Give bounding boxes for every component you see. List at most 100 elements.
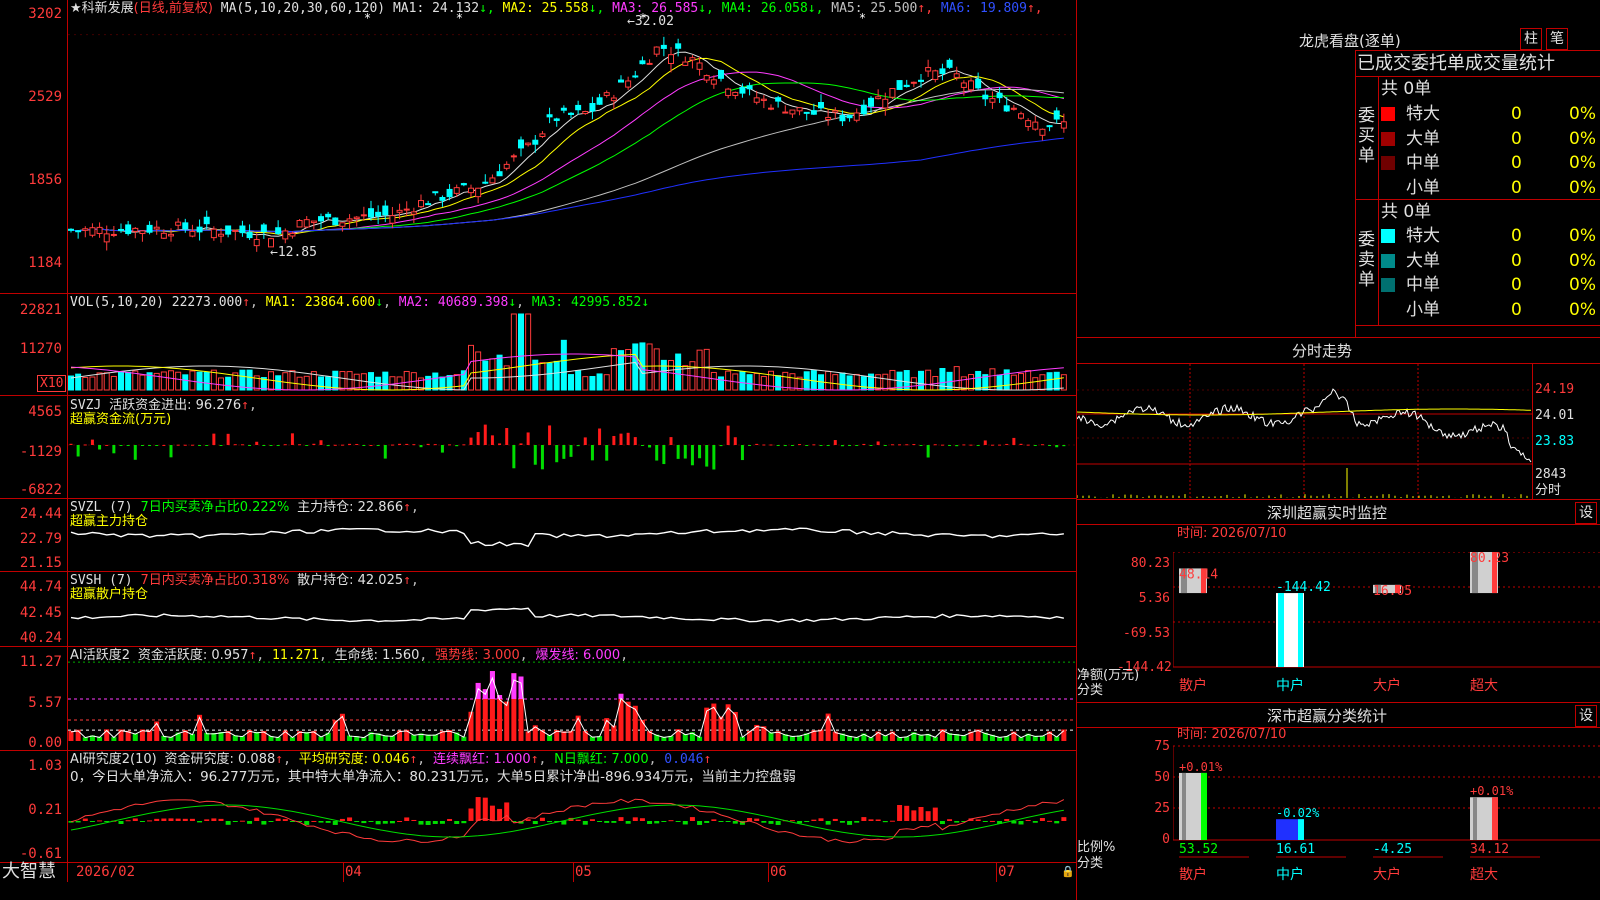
fund-flow-bar <box>1005 443 1009 445</box>
volume-bar <box>196 371 203 391</box>
research-bar <box>425 821 431 825</box>
volume-bar <box>918 370 924 391</box>
fund-flow-bar <box>169 445 173 458</box>
svsh-label: 散户持仓: 42.025 <box>297 573 404 588</box>
volume-bar <box>168 370 174 391</box>
lock-icon[interactable]: 🔒 <box>1061 864 1075 879</box>
chart-mode: (日线,前复权) <box>133 1 213 16</box>
fund-flow-bar <box>626 432 630 445</box>
lhb-tabs[interactable]: 已成交委托单成交量统计 <box>1357 53 1555 75</box>
fund-flow-bar <box>690 445 694 466</box>
fund-flow-bar <box>405 443 409 445</box>
volume-bar <box>775 375 782 391</box>
fund-flow-bar <box>948 445 952 446</box>
candle-body <box>725 88 732 96</box>
price-axis-0: 3202 <box>28 6 62 22</box>
fund-flow-bar <box>869 445 873 446</box>
research-bar <box>147 820 153 822</box>
svzl-axis-1: 22.79 <box>19 531 62 547</box>
svsh-sub: 超赢散户持仓 <box>70 587 149 602</box>
research-bar <box>611 821 617 823</box>
volume-bar <box>539 362 546 391</box>
candle-body <box>203 216 210 225</box>
monitor-bar-value: 16.05 <box>1373 584 1412 599</box>
candlestick-and-indicator-chart[interactable]: * * * * <box>68 0 1076 862</box>
fund-flow-bar <box>912 444 916 446</box>
vol-value: 22273.000 <box>171 295 243 310</box>
sell-row: 中单 0 0% <box>1381 273 1600 297</box>
volume-bar <box>675 353 682 391</box>
classify-bar-change: -0.02% <box>1276 806 1320 820</box>
volume-bar <box>325 376 332 391</box>
candle-body <box>218 233 224 237</box>
vol-unit-badge[interactable]: X10 <box>37 375 67 392</box>
volume-bar <box>839 372 846 391</box>
research-bar <box>382 821 388 824</box>
buy-value: 0 <box>1511 128 1522 149</box>
fund-flow-bar <box>540 445 544 470</box>
candle-body <box>75 230 82 233</box>
monitor-bar-chart: 48.14 散户 -144.42 中户 16.05 大户 80.23 超大 <box>1173 552 1600 692</box>
svzj-sub: 超赢资金流(万元) <box>70 412 172 427</box>
fund-flow-bar <box>890 444 894 446</box>
research-bar <box>847 821 853 825</box>
volume-bar <box>118 371 124 391</box>
buy-pct: 0% <box>1569 153 1596 173</box>
volume-bar <box>453 374 460 391</box>
tick-mode-button[interactable]: 笔 <box>1546 28 1568 50</box>
fund-flow-bar <box>1055 445 1059 448</box>
research-bar <box>311 820 317 822</box>
fund-flow-bar <box>183 444 187 446</box>
fund-flow-bar <box>455 445 459 447</box>
intraday-vol: 2843 <box>1535 467 1567 482</box>
sell-pct: 0% <box>1569 299 1596 320</box>
candle-body <box>832 110 839 113</box>
intraday-panel[interactable]: 分时走势 24.19 24.01 23.83 2843 分时 <box>1077 338 1600 500</box>
fund-flow-bar <box>712 445 716 470</box>
candle-body <box>768 107 774 110</box>
intraday-chart[interactable] <box>1077 364 1532 500</box>
fund-flow-bar <box>655 445 659 461</box>
ma-item-4: MA4: 26.058 <box>713 1 808 16</box>
activity-bar <box>711 703 717 741</box>
volume-bar <box>282 372 289 391</box>
fund-flow-bar <box>790 445 794 446</box>
candle-body <box>775 97 782 102</box>
classify-axis-2: 25 <box>1154 801 1170 816</box>
fund-flow-bar <box>848 445 852 446</box>
sell-pct: 0% <box>1569 226 1596 246</box>
fund-flow-bar <box>969 444 973 446</box>
buy-pct: 0% <box>1569 177 1596 198</box>
research-bar <box>804 821 810 822</box>
volume-bar <box>1025 370 1032 391</box>
fund-flow-bar <box>519 443 523 445</box>
volume-bar <box>1039 374 1046 391</box>
candle-body <box>139 230 146 235</box>
research-bar <box>1039 818 1045 821</box>
fund-flow-bar <box>698 445 702 459</box>
research-bar <box>182 818 188 821</box>
volume-bar <box>246 369 253 391</box>
classify-settings-button[interactable]: 设 <box>1575 705 1597 727</box>
candle-body <box>639 60 646 65</box>
monitor-category: 超大 <box>1470 678 1498 692</box>
volume-bar <box>760 376 767 391</box>
bar-mode-button[interactable]: 柱 <box>1520 28 1542 50</box>
candle-body <box>968 80 974 91</box>
fund-flow-bar <box>612 435 616 445</box>
candle-body <box>1060 121 1067 129</box>
volume-bar <box>525 313 532 391</box>
research-bar <box>347 817 353 821</box>
svzj-name: SVZJ <box>70 398 102 413</box>
svzj-label: 活跃资金进出: 96.276 <box>109 398 242 413</box>
monitor-settings-button[interactable]: 设 <box>1575 502 1597 524</box>
volume-bar <box>175 371 182 391</box>
volume-bar <box>768 370 774 391</box>
main-chart-area[interactable]: * * * * ★科新发展(日线,前复权) MA(5,10,20,30,60,120)… <box>0 0 1077 900</box>
research-bar <box>404 817 410 821</box>
volume-bar <box>89 376 96 391</box>
volume-bar <box>1046 372 1053 391</box>
candle-body <box>918 79 924 82</box>
research-bar <box>939 821 945 825</box>
volume-bar <box>718 376 724 391</box>
